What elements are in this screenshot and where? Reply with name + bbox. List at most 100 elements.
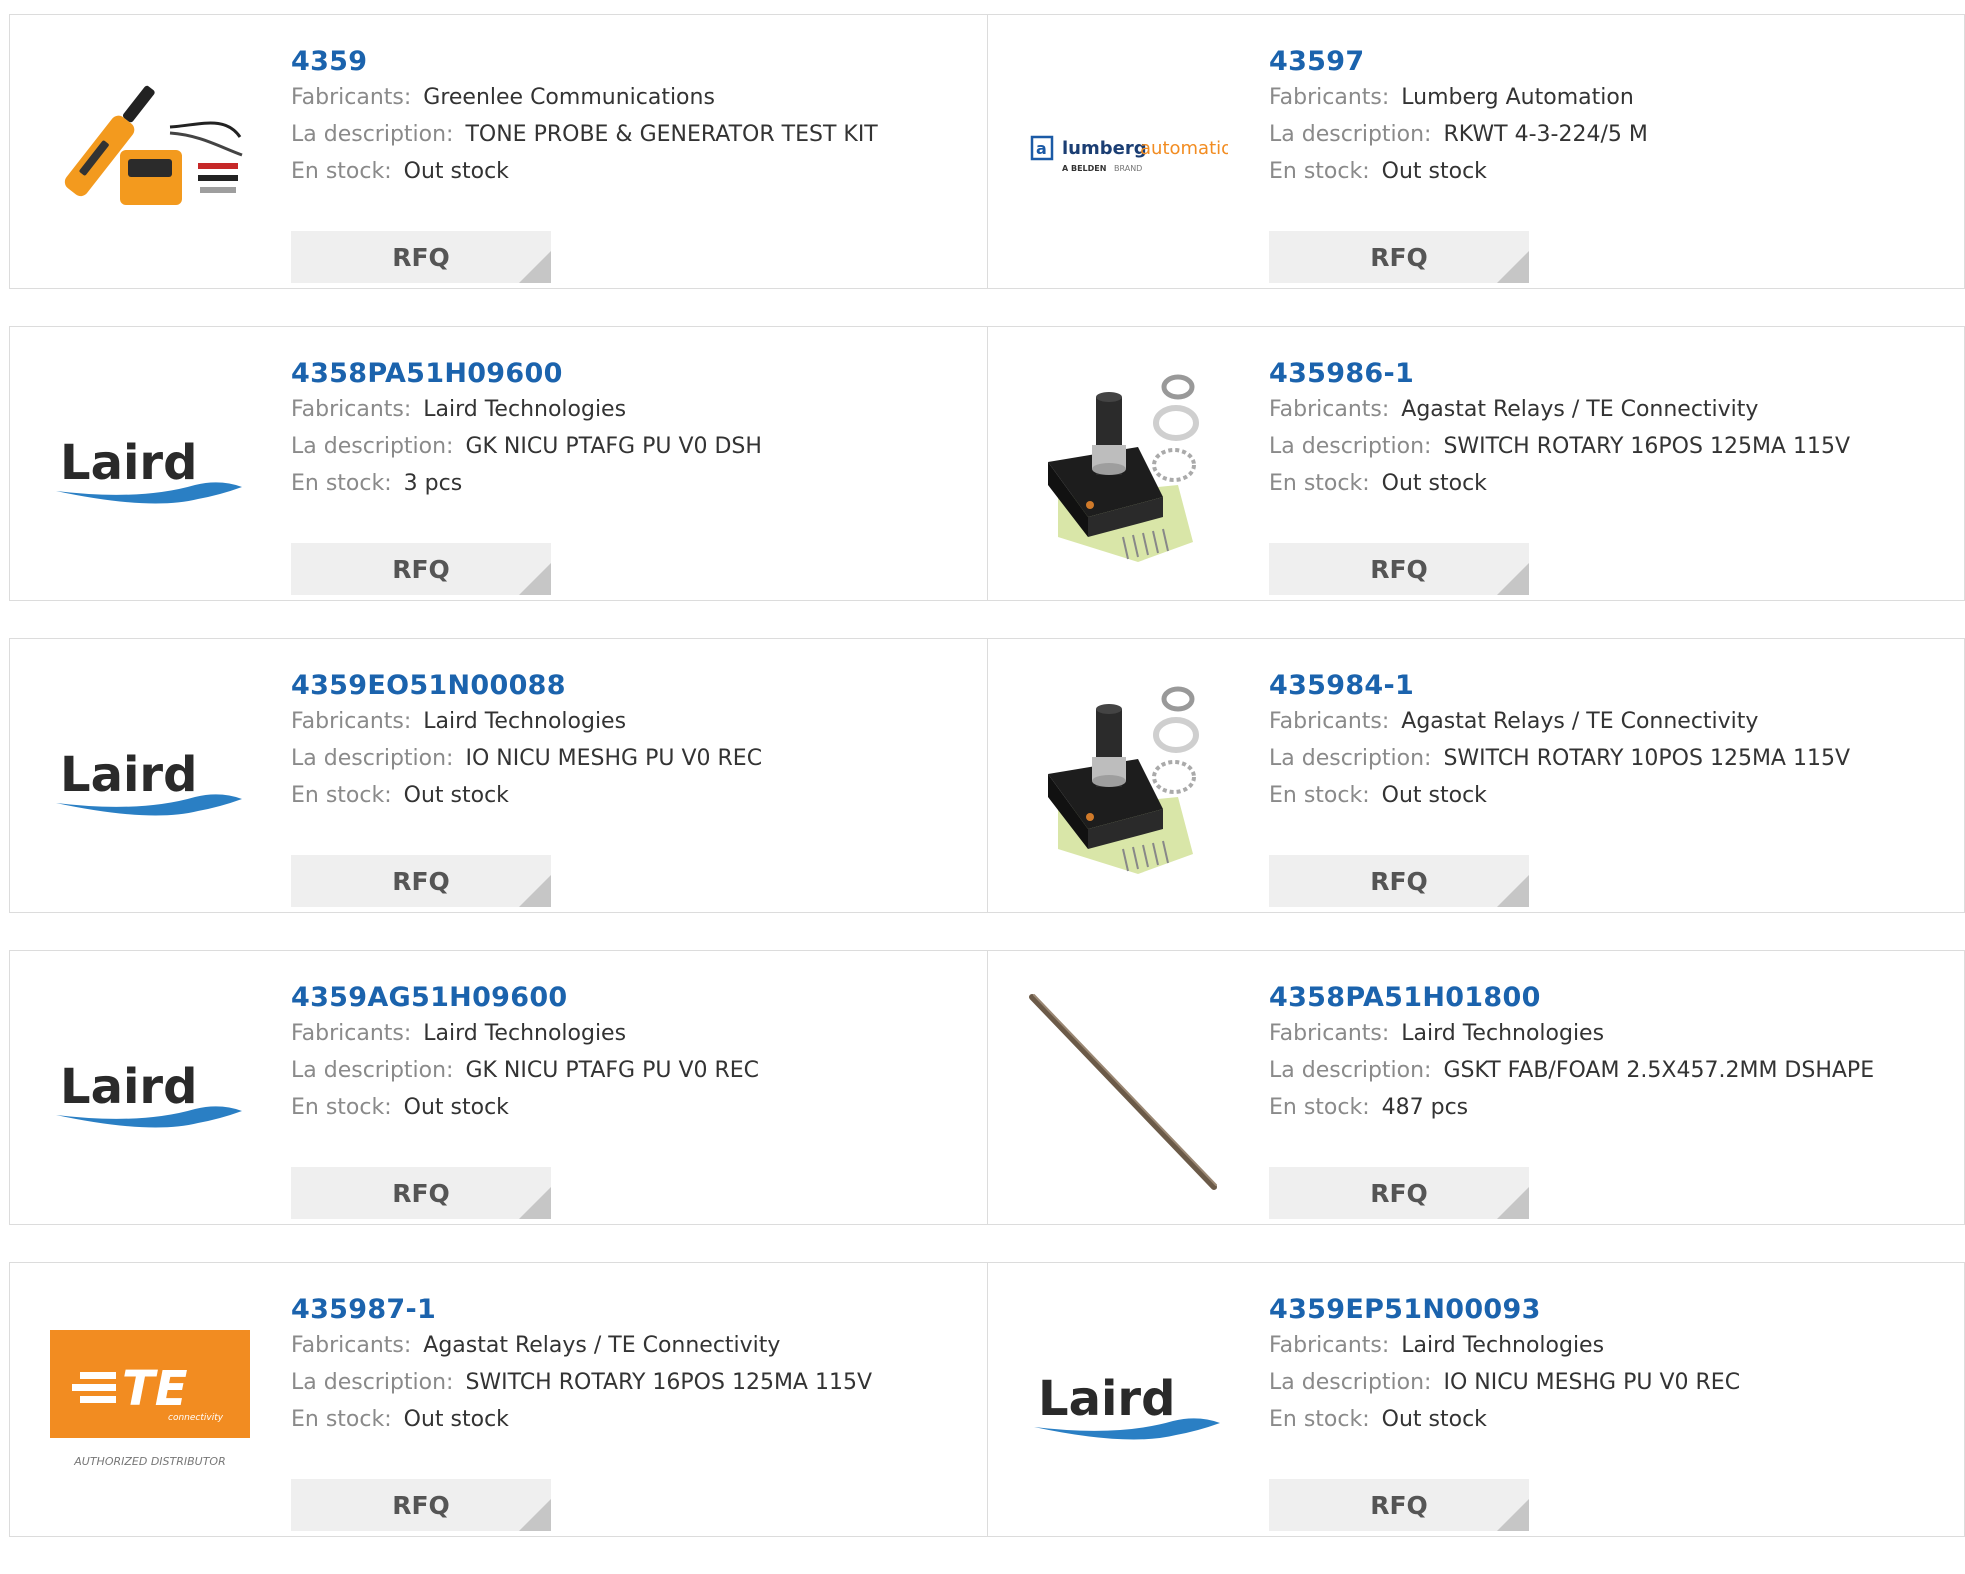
manufacturer-label: Fabricants: bbox=[291, 1333, 412, 1358]
svg-text:AUTHORIZED DISTRIBUTOR: AUTHORIZED DISTRIBUTOR bbox=[73, 1455, 226, 1468]
rfq-button[interactable]: RFQ bbox=[291, 231, 551, 283]
description-value: TONE PROBE & GENERATOR TEST KIT bbox=[465, 122, 878, 147]
rfq-button[interactable]: RFQ bbox=[291, 1167, 551, 1219]
rfq-corner-decoration bbox=[519, 251, 551, 283]
rfq-button[interactable]: RFQ bbox=[1269, 231, 1529, 283]
description-value: SWITCH ROTARY 16POS 125MA 115V bbox=[465, 1370, 873, 1395]
rfq-corner-decoration bbox=[1497, 875, 1529, 907]
description-label: La description: bbox=[291, 1058, 454, 1083]
rfq-button[interactable]: RFQ bbox=[1269, 543, 1529, 595]
rfq-button[interactable]: RFQ bbox=[291, 1479, 551, 1531]
product-info: 4359EO51N00088 Fabricants: Laird Technolo… bbox=[291, 669, 977, 907]
rfq-button-label: RFQ bbox=[392, 1179, 450, 1208]
svg-text:connectivity: connectivity bbox=[168, 1413, 224, 1423]
stock-value: Out stock bbox=[403, 783, 509, 808]
stock-label: En stock: bbox=[1269, 1407, 1370, 1432]
description-line: La description: IO NICU MESHG PU V0 REC bbox=[1269, 1364, 1954, 1401]
rotary-switch-image[interactable] bbox=[1028, 367, 1228, 567]
product-card: 435986-1 Fabricants: Agastat Relays / TE … bbox=[987, 327, 1964, 600]
rfq-button-label: RFQ bbox=[392, 243, 450, 272]
rfq-button-label: RFQ bbox=[1370, 867, 1428, 896]
manufacturer-line: Fabricants: Lumberg Automation bbox=[1269, 79, 1954, 116]
rfq-button[interactable]: RFQ bbox=[1269, 1167, 1529, 1219]
laird-logo[interactable]: Laird bbox=[50, 367, 250, 567]
rfq-button-label: RFQ bbox=[392, 555, 450, 584]
product-card: TE connectivity AUTHORIZED DISTRIBUTOR 4… bbox=[10, 1263, 987, 1536]
rfq-button-label: RFQ bbox=[1370, 1491, 1428, 1520]
description-line: La description: GK NICU PTAFG PU V0 REC bbox=[291, 1052, 977, 1089]
stock-label: En stock: bbox=[1269, 471, 1370, 496]
part-number-link[interactable]: 4358PA51H01800 bbox=[1269, 981, 1541, 1015]
product-row: Laird 4358PA51H09600 Fabricants: Laird Te… bbox=[9, 326, 1965, 601]
manufacturer-line: Fabricants: Agastat Relays / TE Connectiv… bbox=[291, 1327, 977, 1364]
product-info: 4358PA51H09600 Fabricants: Laird Technolo… bbox=[291, 357, 977, 595]
product-card: Laird 4359EO51N00088 Fabricants: Laird Te… bbox=[10, 639, 987, 912]
manufacturer-value: Agastat Relays / TE Connectivity bbox=[1401, 397, 1759, 422]
rfq-button[interactable]: RFQ bbox=[1269, 1479, 1529, 1531]
svg-text:Laird: Laird bbox=[60, 1059, 197, 1115]
description-line: La description: TONE PROBE & GENERATOR TE… bbox=[291, 116, 977, 153]
description-label: La description: bbox=[291, 434, 454, 459]
product-row: TE connectivity AUTHORIZED DISTRIBUTOR 4… bbox=[9, 1262, 1965, 1537]
laird-logo[interactable]: Laird bbox=[50, 991, 250, 1191]
manufacturer-label: Fabricants: bbox=[1269, 85, 1390, 110]
stock-label: En stock: bbox=[291, 159, 392, 184]
svg-text:automation: automation bbox=[1140, 138, 1228, 159]
product-card: 435984-1 Fabricants: Agastat Relays / TE … bbox=[987, 639, 1964, 912]
rotary-switch-image[interactable] bbox=[1028, 679, 1228, 879]
product-card: 4358PA51H01800 Fabricants: Laird Technolo… bbox=[987, 951, 1964, 1224]
product-info: 435986-1 Fabricants: Agastat Relays / TE … bbox=[1269, 357, 1954, 595]
product-info: 4358PA51H01800 Fabricants: Laird Technolo… bbox=[1269, 981, 1954, 1219]
lumberg-automation-logo[interactable]: a lumberg automation A BELDEN BRAND bbox=[1028, 55, 1228, 255]
gasket-strip-image[interactable] bbox=[1028, 991, 1228, 1191]
stock-value: Out stock bbox=[403, 1407, 509, 1432]
laird-logo[interactable]: Laird bbox=[1028, 1303, 1228, 1503]
product-row: Laird 4359AG51H09600 Fabricants: Laird Te… bbox=[9, 950, 1965, 1225]
description-value: GSKT FAB/FOAM 2.5X457.2MM DSHAPE bbox=[1443, 1058, 1875, 1083]
manufacturer-line: Fabricants: Agastat Relays / TE Connectiv… bbox=[1269, 391, 1954, 428]
tone-probe-kit-image[interactable] bbox=[50, 55, 250, 255]
part-number-link[interactable]: 435984-1 bbox=[1269, 669, 1414, 703]
product-info: 435987-1 Fabricants: Agastat Relays / TE … bbox=[291, 1293, 977, 1531]
description-value: SWITCH ROTARY 10POS 125MA 115V bbox=[1443, 746, 1851, 771]
description-value: GK NICU PTAFG PU V0 REC bbox=[465, 1058, 760, 1083]
product-card: Laird 4359AG51H09600 Fabricants: Laird Te… bbox=[10, 951, 987, 1224]
description-line: La description: RKWT 4-3-224/5 M bbox=[1269, 116, 1954, 153]
stock-line: En stock: Out stock bbox=[1269, 1401, 1954, 1438]
part-number-link[interactable]: 435986-1 bbox=[1269, 357, 1414, 391]
manufacturer-value: Agastat Relays / TE Connectivity bbox=[423, 1333, 781, 1358]
manufacturer-value: Laird Technologies bbox=[1401, 1333, 1605, 1358]
stock-label: En stock: bbox=[291, 783, 392, 808]
description-value: IO NICU MESHG PU V0 REC bbox=[465, 746, 763, 771]
part-number-link[interactable]: 435987-1 bbox=[291, 1293, 436, 1327]
rfq-corner-decoration bbox=[519, 875, 551, 907]
part-number-link[interactable]: 4359EP51N00093 bbox=[1269, 1293, 1541, 1327]
manufacturer-line: Fabricants: Laird Technologies bbox=[1269, 1015, 1954, 1052]
part-number-link[interactable]: 4359AG51H09600 bbox=[291, 981, 568, 1015]
part-number-link[interactable]: 43597 bbox=[1269, 45, 1364, 79]
stock-label: En stock: bbox=[1269, 159, 1370, 184]
part-number-link[interactable]: 4359 bbox=[291, 45, 367, 79]
rfq-button[interactable]: RFQ bbox=[1269, 855, 1529, 907]
description-line: La description: GSKT FAB/FOAM 2.5X457.2MM… bbox=[1269, 1052, 1954, 1089]
laird-logo[interactable]: Laird bbox=[50, 679, 250, 879]
stock-value: Out stock bbox=[1381, 1407, 1487, 1432]
rfq-button-label: RFQ bbox=[1370, 1179, 1428, 1208]
stock-line: En stock: Out stock bbox=[291, 1401, 977, 1438]
product-row: Laird 4359EO51N00088 Fabricants: Laird Te… bbox=[9, 638, 1965, 913]
description-line: La description: GK NICU PTAFG PU V0 DSH bbox=[291, 428, 977, 465]
manufacturer-value: Laird Technologies bbox=[423, 709, 627, 734]
te-connectivity-logo[interactable]: TE connectivity AUTHORIZED DISTRIBUTOR bbox=[50, 1303, 250, 1503]
rfq-button[interactable]: RFQ bbox=[291, 543, 551, 595]
description-value: GK NICU PTAFG PU V0 DSH bbox=[465, 434, 762, 459]
part-number-link[interactable]: 4358PA51H09600 bbox=[291, 357, 563, 391]
rfq-corner-decoration bbox=[1497, 1499, 1529, 1531]
description-value: SWITCH ROTARY 16POS 125MA 115V bbox=[1443, 434, 1851, 459]
product-info: 435984-1 Fabricants: Agastat Relays / TE … bbox=[1269, 669, 1954, 907]
stock-line: En stock: Out stock bbox=[291, 153, 977, 190]
description-line: La description: SWITCH ROTARY 16POS 125MA… bbox=[1269, 428, 1954, 465]
stock-line: En stock: 487 pcs bbox=[1269, 1089, 1954, 1126]
description-value: RKWT 4-3-224/5 M bbox=[1443, 122, 1648, 147]
rfq-button[interactable]: RFQ bbox=[291, 855, 551, 907]
part-number-link[interactable]: 4359EO51N00088 bbox=[291, 669, 566, 703]
